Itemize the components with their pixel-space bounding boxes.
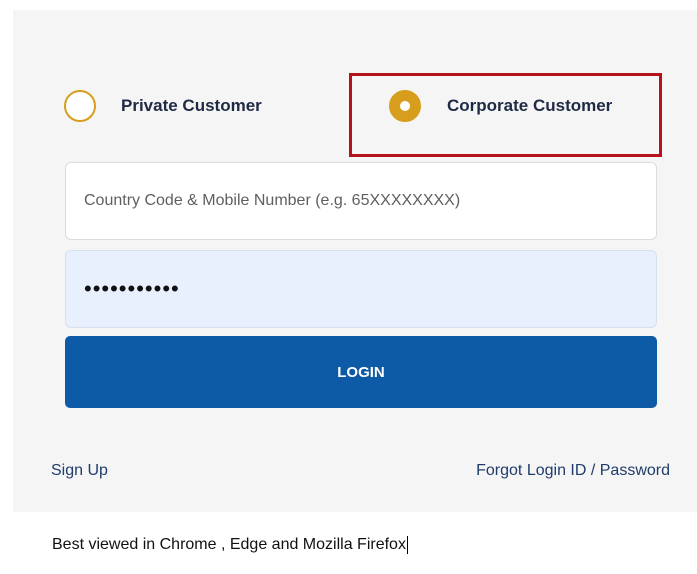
highlight-annotation-box [349,73,662,157]
mobile-number-input[interactable] [84,192,656,210]
browser-note-text: Best viewed in Chrome , Edge and Mozilla… [52,536,406,554]
radio-unselected-icon[interactable] [64,90,96,122]
forgot-login-link[interactable]: Forgot Login ID / Password [476,462,670,480]
text-cursor [406,536,408,554]
sign-up-link[interactable]: Sign Up [51,462,108,480]
login-button[interactable]: LOGIN [65,336,657,408]
private-customer-label: Private Customer [121,96,262,115]
browser-recommendation-note: Best viewed in Chrome , Edge and Mozilla… [52,536,408,554]
mobile-number-field-container [65,162,657,240]
radio-private-customer[interactable]: Private Customer [64,90,262,122]
password-input[interactable] [84,276,656,302]
password-field-container [65,250,657,328]
